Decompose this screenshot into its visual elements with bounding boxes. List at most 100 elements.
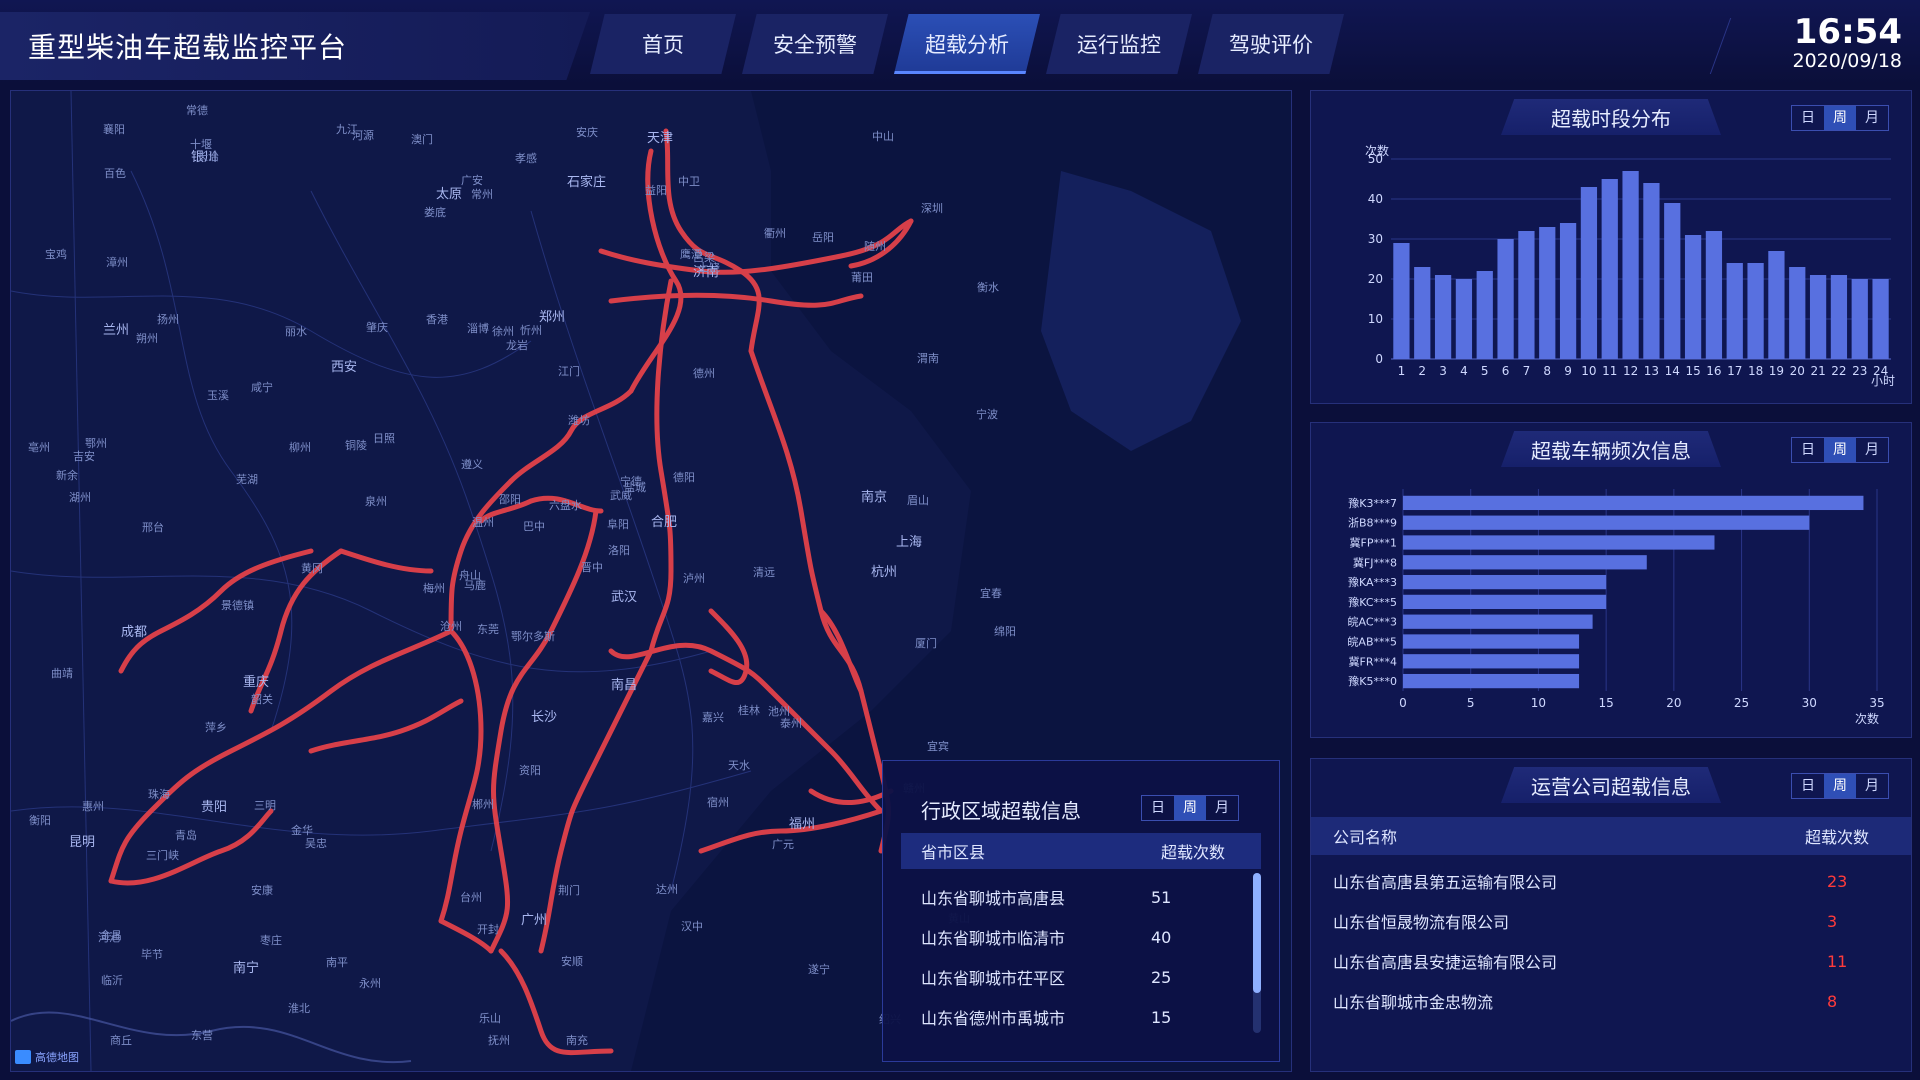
tab-home[interactable]: 首页 bbox=[590, 14, 736, 74]
city-label: 景德镇 bbox=[221, 599, 254, 612]
tab-driving-evaluation[interactable]: 驾驶评价 bbox=[1198, 14, 1344, 74]
city-label: 衢州 bbox=[764, 227, 786, 240]
city-label: 石家庄 bbox=[567, 175, 607, 190]
tab-overload-analysis[interactable]: 超载分析 bbox=[894, 14, 1040, 74]
city-label: 惠州 bbox=[82, 800, 104, 813]
city-label: 金华 bbox=[291, 824, 313, 837]
bar bbox=[1403, 594, 1607, 610]
row-area: 山东省聊城市临清市 bbox=[921, 929, 1066, 948]
bar bbox=[1403, 515, 1810, 530]
city-label: 温州 bbox=[472, 516, 494, 529]
map-logo-icon bbox=[15, 1050, 31, 1064]
table-row[interactable]: 山东省高唐县安捷运输有限公司 11 bbox=[1333, 941, 1893, 981]
bar bbox=[1403, 654, 1580, 669]
toggle-day[interactable]: 日 bbox=[1792, 774, 1824, 798]
city-label: 贵阳 bbox=[201, 800, 228, 815]
table-row[interactable]: 山东省聊城市茌平区 25 bbox=[921, 957, 1251, 997]
bar bbox=[1403, 634, 1580, 649]
table-row[interactable]: 山东省聊城市金忠物流 8 bbox=[1333, 981, 1893, 1021]
toggle-day[interactable]: 日 bbox=[1142, 796, 1174, 820]
bar bbox=[1809, 275, 1827, 359]
row-count: 51 bbox=[1151, 887, 1172, 907]
col-count: 超载次数 bbox=[1161, 843, 1226, 862]
toggle-month[interactable]: 月 bbox=[1206, 796, 1238, 820]
scrollbar-thumb[interactable] bbox=[1253, 873, 1261, 993]
tab-operation-monitor[interactable]: 运行监控 bbox=[1046, 14, 1192, 74]
city-label: 三门峡 bbox=[146, 849, 179, 862]
city-label: 毕节 bbox=[141, 948, 163, 961]
x-tick-label: 20 bbox=[1790, 364, 1805, 378]
y-tick-label: 30 bbox=[1368, 232, 1383, 246]
overload-time-chart: 01020304050次数小时1 2 3 4 5 6 7 8 9 10 11 12 13 14 15 16 17… bbox=[1365, 143, 1895, 388]
city-label: 江门 bbox=[558, 365, 580, 378]
x-tick-label: 17 bbox=[1727, 364, 1742, 378]
bar bbox=[1434, 275, 1452, 359]
city-label: 龙岩 bbox=[506, 339, 528, 352]
x-tick-label: 15 bbox=[1685, 364, 1700, 378]
city-label: 晋中 bbox=[581, 561, 603, 574]
toggle-month[interactable]: 月 bbox=[1856, 774, 1888, 798]
city-label: 洛阳 bbox=[608, 544, 630, 557]
city-label: 天水 bbox=[728, 759, 750, 772]
x-tick-label: 23 bbox=[1852, 364, 1867, 378]
city-label: 荆门 bbox=[558, 884, 580, 897]
bar bbox=[1747, 263, 1764, 359]
table-row[interactable]: 山东省聊城市高唐县 51 bbox=[921, 877, 1251, 917]
city-label: 南平 bbox=[326, 956, 348, 969]
city-label: 日照 bbox=[373, 432, 395, 445]
row-count: 15 bbox=[1151, 1007, 1172, 1027]
city-label: 永州 bbox=[359, 977, 381, 990]
city-label: 黄冈 bbox=[301, 562, 323, 575]
x-tick-label: 6 bbox=[1502, 364, 1510, 378]
city-label: 铜陵 bbox=[345, 439, 367, 452]
bar bbox=[1559, 223, 1577, 359]
city-label: 南充 bbox=[566, 1034, 588, 1047]
clock-date: 2020/09/18 bbox=[1792, 50, 1902, 72]
col-area: 省市区县 bbox=[921, 843, 986, 862]
x-tick-label: 24 bbox=[1873, 364, 1888, 378]
city-label: 渭南 bbox=[917, 352, 939, 365]
x-tick-label: 14 bbox=[1665, 364, 1680, 378]
table-row[interactable]: 山东省德州市禹城市 15 bbox=[921, 997, 1251, 1037]
table-row[interactable]: 山东省恒晟物流有限公司 3 bbox=[1333, 901, 1893, 941]
city-label: 深圳 bbox=[921, 202, 943, 215]
city-label: 清远 bbox=[753, 566, 775, 579]
city-label: 抚州 bbox=[488, 1034, 510, 1047]
x-tick-label: 7 bbox=[1523, 364, 1531, 378]
city-label: 枣庄 bbox=[260, 934, 282, 947]
tab-safety-warning[interactable]: 安全预警 bbox=[742, 14, 888, 74]
city-label: 遵义 bbox=[461, 458, 483, 471]
table-row[interactable]: 山东省高唐县第五运输有限公司 23 bbox=[1333, 861, 1893, 901]
city-label: 淮北 bbox=[288, 1002, 310, 1015]
x-tick-label: 18 bbox=[1748, 364, 1763, 378]
city-label: 衡阳 bbox=[29, 814, 51, 827]
x-tick-label: 2 bbox=[1418, 364, 1426, 378]
bar bbox=[1403, 614, 1593, 629]
overload-time-panel: 超载时段分布 日 周 月 0 10 20 30 40 50 次数 小时 1 2 3 4 5 6 7 8 9 10 1… bbox=[1310, 90, 1912, 404]
region-scrollbar[interactable] bbox=[1253, 873, 1261, 1033]
city-label: 常德 bbox=[186, 104, 208, 117]
city-label: 韶关 bbox=[251, 693, 273, 706]
toggle-week[interactable]: 周 bbox=[1174, 796, 1206, 820]
bar bbox=[1580, 187, 1598, 359]
y-tick-label: 冀FJ***8 bbox=[1353, 555, 1397, 569]
toggle-week[interactable]: 周 bbox=[1824, 774, 1856, 798]
bar bbox=[1643, 183, 1660, 359]
bar bbox=[1622, 171, 1639, 359]
city-label: 郴州 bbox=[472, 798, 494, 811]
city-label: 宁波 bbox=[976, 408, 998, 421]
city-label: 泉州 bbox=[365, 495, 387, 508]
row-count: 40 bbox=[1151, 927, 1172, 947]
company-table-header: 公司名称 超载次数 bbox=[1311, 817, 1911, 855]
table-row[interactable]: 山东省聊城市临清市 40 bbox=[921, 917, 1251, 957]
col-company-count: 超载次数 bbox=[1805, 828, 1870, 847]
bar bbox=[1726, 263, 1743, 359]
city-label: 广安 bbox=[461, 174, 483, 187]
city-label: 孝感 bbox=[515, 152, 537, 165]
x-tick-label: 16 bbox=[1706, 364, 1721, 378]
x-tick-label: 4 bbox=[1460, 364, 1468, 378]
bar bbox=[1684, 235, 1702, 359]
city-label: 芜湖 bbox=[236, 473, 258, 486]
city-label: 曲靖 bbox=[51, 667, 73, 680]
city-label: 益阳 bbox=[645, 184, 667, 197]
